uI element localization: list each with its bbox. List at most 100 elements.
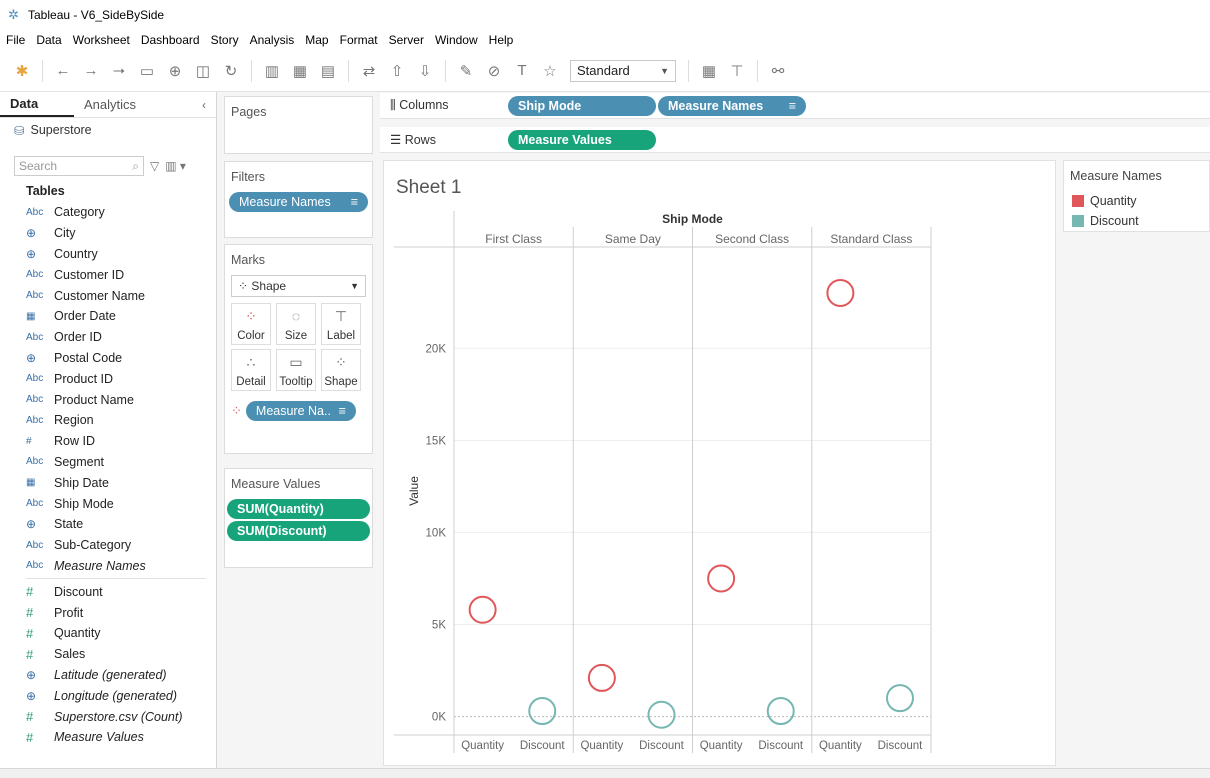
field-item[interactable]: Abc Order ID — [0, 327, 216, 348]
detail-icon: ∴ — [246, 354, 256, 370]
field-item[interactable]: ▦ Order Date — [0, 306, 216, 327]
field-item[interactable]: # Sales — [0, 644, 216, 665]
field-item[interactable]: ▦ Ship Date — [0, 472, 216, 493]
field-item[interactable]: Abc Product Name — [0, 389, 216, 410]
pin-icon[interactable]: ☆ — [539, 60, 561, 82]
view-options-icon[interactable]: ▥ ▾ — [165, 159, 186, 173]
field-item[interactable]: # Superstore.csv (Count) — [0, 706, 216, 727]
sheet-view[interactable]: Sheet 1 Ship Mode 0K 5K 10K 15K 20K Value First … — [383, 160, 1056, 766]
field-item[interactable]: Abc Category — [0, 202, 216, 223]
tooltip-button[interactable]: ▭ Tooltip — [276, 349, 316, 391]
field-item[interactable]: ⊕ City — [0, 223, 216, 244]
label-button[interactable]: ⊤ Label — [321, 303, 361, 345]
filter-icon[interactable]: ▽ — [150, 159, 159, 173]
number-icon: # — [26, 729, 34, 745]
field-name: Quantity — [54, 626, 101, 641]
menu-window[interactable]: Window — [435, 33, 478, 47]
menu-map[interactable]: Map — [305, 33, 328, 47]
field-item[interactable]: Abc Sub-Category — [0, 535, 216, 556]
sort-icon: ≡ — [338, 404, 346, 418]
highlight-icon[interactable]: ✎ — [455, 60, 477, 82]
menu-story[interactable]: Story — [211, 33, 239, 47]
shape-button[interactable]: ⁘ Shape — [321, 349, 361, 391]
swap-icon[interactable]: ⇄ — [358, 60, 380, 82]
field-item[interactable]: Abc Segment — [0, 452, 216, 473]
shelves-pane: Pages Filters Measure Names ≡ Marks ⁘ Sh… — [217, 92, 380, 768]
filter-pill-measure-names[interactable]: Measure Names ≡ — [229, 192, 368, 212]
toolbar: ✱ ← → ⭢ ▭ ⊕ ◫ ↻ ▥ ▦ ▤ ⇄ ⇧ ⇩ ✎ ⊘ T ☆ Stan… — [0, 50, 1210, 92]
datasource-item[interactable]: ⛁ Superstore — [0, 118, 216, 142]
tab-analytics[interactable]: Analytics — [74, 92, 148, 117]
undo-icon[interactable]: ⭢ — [108, 60, 130, 82]
menu-file[interactable]: File — [6, 33, 25, 47]
refresh-icon[interactable]: ↻ — [220, 60, 242, 82]
share-icon[interactable]: ⚯ — [767, 60, 789, 82]
legend-item[interactable]: Discount — [1064, 211, 1209, 231]
group-icon[interactable]: ⊘ — [483, 60, 505, 82]
presentation-icon[interactable]: ⊤ — [726, 60, 748, 82]
new-datasource-icon[interactable]: ⊕ — [164, 60, 186, 82]
field-item[interactable]: ⊕ Country — [0, 244, 216, 265]
menu-worksheet[interactable]: Worksheet — [73, 33, 130, 47]
field-item[interactable]: Abc Product ID — [0, 368, 216, 389]
data-point-discount — [647, 700, 676, 729]
tableau-home-icon[interactable]: ✱ — [11, 60, 33, 82]
label-icon[interactable]: T — [511, 60, 533, 82]
menu-data[interactable]: Data — [36, 33, 61, 47]
forward-icon[interactable]: → — [80, 60, 102, 82]
search-input[interactable]: Search ⌕ — [14, 156, 144, 176]
duplicate-icon[interactable]: ▦ — [289, 60, 311, 82]
collapse-pane-icon[interactable]: ‹ — [192, 92, 216, 117]
menu-server[interactable]: Server — [389, 33, 424, 47]
measure-values-pill-quantity[interactable]: SUM(Quantity) — [227, 499, 370, 519]
columns-shelf[interactable]: ⫼ Columns Ship Mode Measure Names ≡ — [380, 93, 1210, 119]
field-name: Sales — [54, 647, 86, 662]
rows-shelf[interactable]: ☰ Rows Measure Values — [380, 127, 1210, 153]
field-item[interactable]: # Profit — [0, 602, 216, 623]
pages-card[interactable]: Pages — [224, 96, 373, 154]
new-worksheet-icon[interactable]: ▥ — [261, 60, 283, 82]
field-item[interactable]: # Measure Values — [0, 727, 216, 748]
field-item[interactable]: # Discount — [0, 581, 216, 602]
menu-dashboard[interactable]: Dashboard — [141, 33, 200, 47]
field-item[interactable]: ⊕ State — [0, 514, 216, 535]
show-cards-icon[interactable]: ▦ — [698, 60, 720, 82]
menu-analysis[interactable]: Analysis — [250, 33, 295, 47]
color-button[interactable]: ⁘ Color — [231, 303, 271, 345]
filters-card[interactable]: Filters Measure Names ≡ — [224, 161, 373, 238]
back-icon[interactable]: ← — [52, 60, 74, 82]
field-item[interactable]: Abc Ship Mode — [0, 493, 216, 514]
field-item[interactable]: Abc Region — [0, 410, 216, 431]
legend-item[interactable]: Quantity — [1064, 191, 1209, 211]
mark-type-select[interactable]: ⁘ Shape ▼ — [231, 275, 366, 297]
field-item[interactable]: ⊕ Longitude (generated) — [0, 685, 216, 706]
columns-pill-measure-names[interactable]: Measure Names ≡ — [658, 95, 806, 116]
rows-pill-measure-values[interactable]: Measure Values — [508, 129, 656, 150]
size-button[interactable]: ◌ Size — [276, 303, 316, 345]
field-name: Order ID — [54, 330, 102, 345]
legend-swatch — [1072, 195, 1084, 207]
measure-values-pill-discount[interactable]: SUM(Discount) — [227, 521, 370, 541]
detail-button[interactable]: ∴ Detail — [231, 349, 271, 391]
menu-format[interactable]: Format — [340, 33, 378, 47]
field-item[interactable]: ⊕ Postal Code — [0, 348, 216, 369]
clear-sheet-icon[interactable]: ▤ — [317, 60, 339, 82]
fit-select[interactable]: Standard ▼ — [570, 59, 676, 82]
sort-ascending-icon[interactable]: ⇧ — [386, 60, 408, 82]
field-item[interactable]: ⊕ Latitude (generated) — [0, 665, 216, 686]
tab-data[interactable]: Data — [0, 92, 74, 117]
columns-pill-ship-mode[interactable]: Ship Mode — [508, 95, 656, 116]
shape-icon: ⁘ — [238, 279, 252, 293]
field-item[interactable]: Abc Customer ID — [0, 264, 216, 285]
menu-help[interactable]: Help — [489, 33, 514, 47]
datasource-icon[interactable]: ◫ — [192, 60, 214, 82]
field-item[interactable]: # Row ID — [0, 431, 216, 452]
field-item[interactable]: # Quantity — [0, 623, 216, 644]
field-item[interactable]: Abc Customer Name — [0, 285, 216, 306]
sort-descending-icon[interactable]: ⇩ — [414, 60, 436, 82]
save-icon[interactable]: ▭ — [136, 60, 158, 82]
marks-pill-measure-names[interactable]: Measure Na.. ≡ — [245, 401, 356, 421]
x-tick-label: Discount — [878, 740, 924, 752]
field-item[interactable]: Abc Measure Names — [0, 556, 216, 577]
rows-icon: ☰ — [390, 133, 405, 147]
